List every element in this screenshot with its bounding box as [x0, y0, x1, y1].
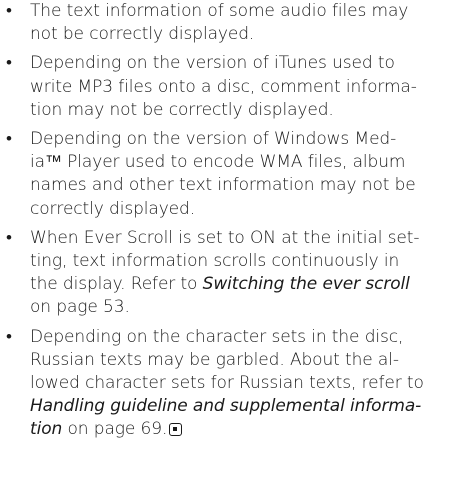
- text-line: ting, text information scrolls continuou…: [30, 251, 400, 272]
- bullet-icon: •: [6, 1, 12, 21]
- bullet-icon: •: [6, 227, 12, 248]
- text-line: on page 53.: [30, 297, 130, 318]
- text-line: Depending on the version of Windows Med-: [30, 129, 397, 150]
- text-line: correctly displayed.: [30, 198, 196, 219]
- text-line: Depending on the character sets in the d…: [30, 326, 404, 347]
- list-item: • Depending on the version of Windows Me…: [0, 128, 458, 221]
- list-item: • The text information of some audio fil…: [0, 0, 458, 46]
- end-of-section-icon: [169, 423, 183, 437]
- text-line: the display. Refer to Switching the ever…: [30, 273, 448, 296]
- text-line: ia™ Player used to encode WMA files, alb…: [30, 152, 406, 173]
- bullet-icon: •: [6, 53, 12, 74]
- text-line: tion may not be correctly displayed.: [30, 99, 334, 120]
- cross-reference-link[interactable]: Handling guideline and supplemental info…: [30, 395, 448, 418]
- text-fragment: on page 69.: [62, 419, 168, 440]
- text-line: tion on page 69.: [30, 418, 448, 441]
- text-line: write MP3 files onto a disc, comment inf…: [30, 76, 417, 97]
- bullet-icon: •: [6, 129, 12, 150]
- cross-reference-link[interactable]: Switching the ever scroll: [203, 274, 410, 294]
- text-line: Russian texts may be garbled. About the …: [30, 349, 399, 370]
- text-line: Depending on the version of iTunes used …: [30, 53, 395, 74]
- text-line: not be correctly displayed.: [30, 24, 255, 45]
- text-line: names and other text information may not…: [30, 175, 416, 196]
- bullet-icon: •: [6, 326, 12, 347]
- list-item: • When Ever Scroll is set to ON at the i…: [0, 227, 458, 320]
- text-line: The text information of some audio files…: [30, 1, 409, 21]
- list-item: • Depending on the character sets in the…: [0, 326, 458, 442]
- text-line: When Ever Scroll is set to ON at the ini…: [30, 227, 420, 248]
- list-item: • Depending on the version of iTunes use…: [0, 52, 458, 122]
- bullet-list: • The text information of some audio fil…: [0, 0, 458, 442]
- cross-reference-link[interactable]: tion: [30, 419, 62, 439]
- document-page: • The text information of some audio fil…: [0, 0, 458, 502]
- text-fragment: the display. Refer to: [30, 274, 203, 295]
- text-line: lowed character sets for Russian texts, …: [30, 373, 424, 394]
